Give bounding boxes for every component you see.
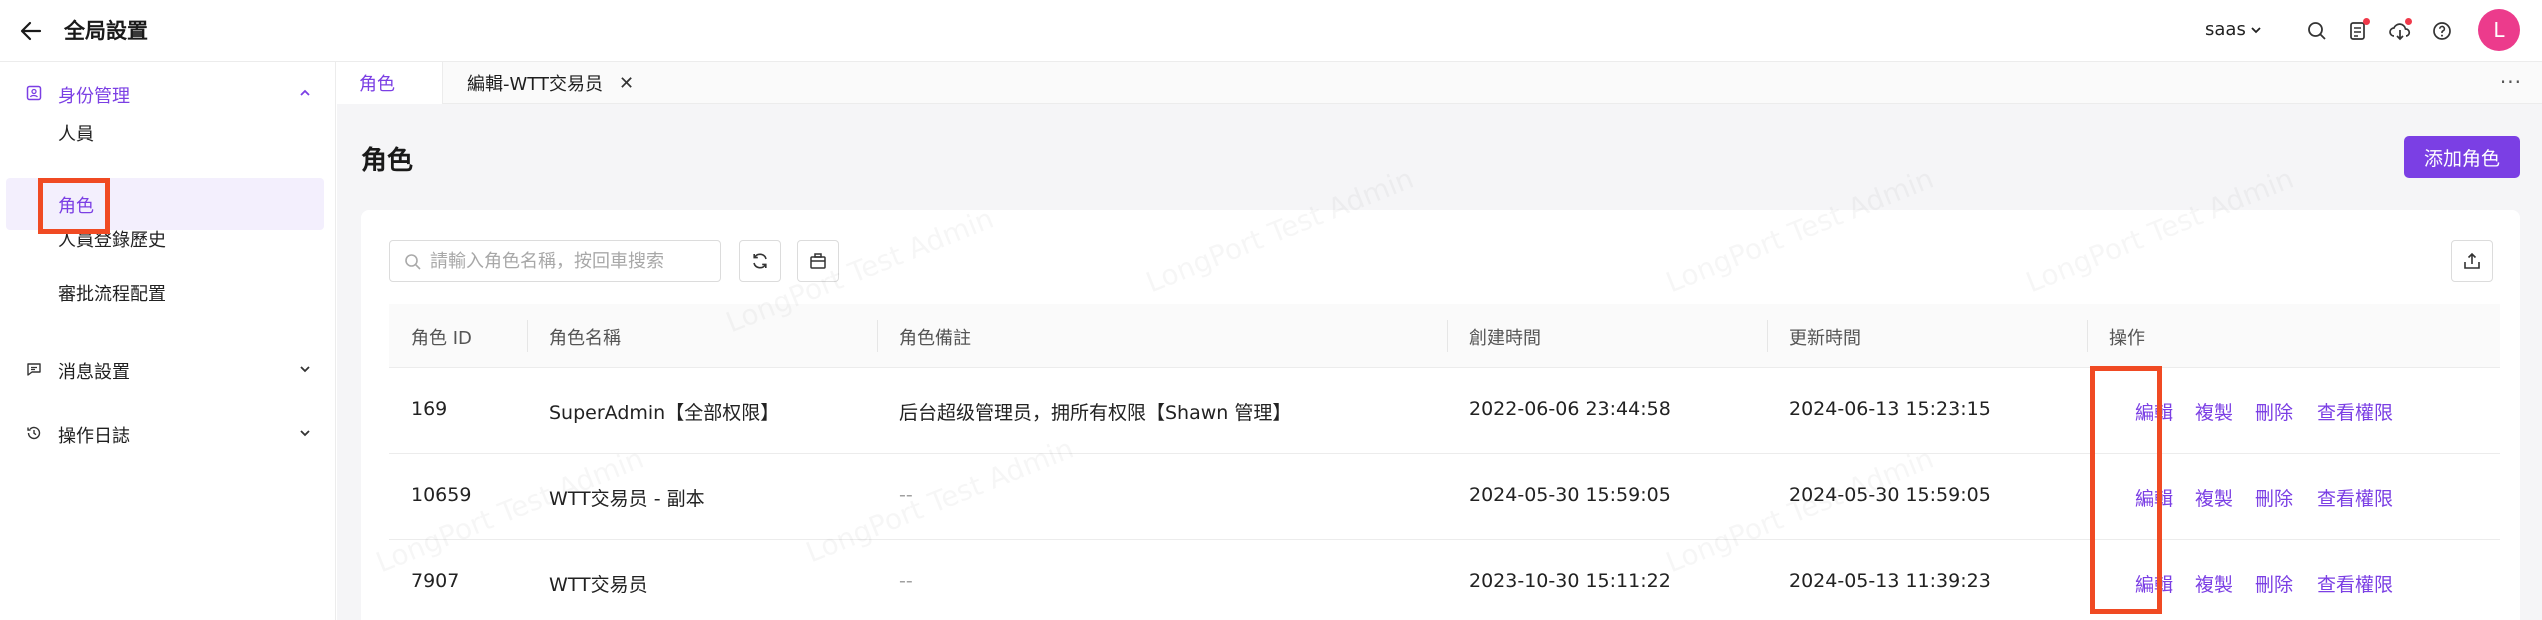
sidebar-item-login-history[interactable]: 人員登錄歷史 bbox=[6, 212, 324, 264]
sidebar-group-label: 身份管理 bbox=[58, 86, 130, 107]
clear-button[interactable] bbox=[797, 240, 839, 282]
column-divider bbox=[877, 320, 878, 352]
column-divider bbox=[1767, 320, 1768, 352]
sidebar-item-approval-flow[interactable]: 審批流程配置 bbox=[6, 266, 324, 318]
edit-link[interactable]: 編輯 bbox=[2135, 484, 2173, 511]
clear-icon bbox=[810, 253, 826, 269]
sidebar-group-label: 操作日誌 bbox=[58, 426, 130, 447]
cell-updated: 2024-05-30 15:59:05 bbox=[1789, 484, 1991, 506]
edit-link[interactable]: 編輯 bbox=[2135, 398, 2173, 425]
refresh-button[interactable] bbox=[739, 240, 781, 282]
cell-created: 2024-05-30 15:59:05 bbox=[1469, 484, 1671, 506]
main-content: 角色 添加角色 角色 ID 角色名稱 角色備註 創建時間 更新時間 bbox=[337, 104, 2542, 620]
back-arrow-icon[interactable] bbox=[18, 18, 44, 44]
download-icon[interactable] bbox=[2388, 18, 2412, 43]
sidebar-item-label: 審批流程配置 bbox=[58, 284, 166, 305]
search-input[interactable] bbox=[430, 241, 710, 281]
search-icon bbox=[404, 253, 422, 275]
column-header-role-name: 角色名稱 bbox=[549, 328, 621, 349]
roles-card: 角色 ID 角色名稱 角色備註 創建時間 更新時間 操作 169 SuperAd… bbox=[361, 210, 2520, 620]
history-icon bbox=[26, 425, 42, 441]
column-header-role-id: 角色 ID bbox=[411, 328, 472, 349]
chevron-down-icon bbox=[300, 430, 310, 437]
notification-dot bbox=[2405, 18, 2412, 25]
avatar[interactable]: L bbox=[2478, 9, 2520, 51]
tab-label: 編輯-WTT交易员 bbox=[467, 74, 603, 95]
add-role-button[interactable]: 添加角色 bbox=[2404, 136, 2520, 178]
tenant-label: saas bbox=[2205, 19, 2246, 40]
copy-link[interactable]: 複製 bbox=[2195, 570, 2233, 597]
cell-role-id: 169 bbox=[411, 398, 448, 420]
column-header-updated: 更新時間 bbox=[1789, 328, 1861, 349]
delete-link[interactable]: 刪除 bbox=[2255, 398, 2293, 425]
column-divider bbox=[527, 320, 528, 352]
notification-dot bbox=[2363, 18, 2370, 25]
more-icon[interactable]: ··· bbox=[2500, 70, 2522, 94]
cell-created: 2023-10-30 15:11:22 bbox=[1469, 570, 1671, 592]
copy-link[interactable]: 複製 bbox=[2195, 484, 2233, 511]
export-icon bbox=[2464, 252, 2480, 269]
sidebar: 身份管理 人員 角色 人員登錄歷史 審批流程配置 消息設置 操作日誌 bbox=[0, 62, 336, 620]
delete-link[interactable]: 刪除 bbox=[2255, 570, 2293, 597]
app-title: 全局設置 bbox=[64, 19, 148, 43]
message-icon bbox=[26, 361, 42, 377]
search-icon[interactable] bbox=[2305, 19, 2329, 43]
search-box bbox=[389, 240, 721, 282]
table-row: 7907 WTT交易员 -- 2023-10-30 15:11:22 2024-… bbox=[389, 540, 2500, 620]
delete-link[interactable]: 刪除 bbox=[2255, 484, 2293, 511]
sidebar-group-label: 消息設置 bbox=[58, 362, 130, 383]
cell-role-name: WTT交易员 - 副本 bbox=[549, 488, 705, 510]
cell-created: 2022-06-06 23:44:58 bbox=[1469, 398, 1671, 420]
column-divider bbox=[1447, 320, 1448, 352]
cell-role-name: WTT交易员 bbox=[549, 574, 648, 596]
close-icon[interactable]: ✕ bbox=[619, 73, 634, 94]
cell-updated: 2024-05-13 11:39:23 bbox=[1789, 570, 1991, 592]
column-header-remark: 角色備註 bbox=[899, 328, 971, 349]
cell-remark: -- bbox=[899, 484, 913, 506]
id-card-icon bbox=[26, 85, 42, 101]
tabs-bar: 角色 編輯-WTT交易员 ✕ ··· bbox=[337, 62, 2542, 104]
sidebar-group-messages[interactable]: 消息設置 bbox=[0, 348, 336, 390]
tab-roles[interactable]: 角色 bbox=[337, 62, 443, 104]
view-permissions-link[interactable]: 查看權限 bbox=[2317, 484, 2393, 511]
tab-label: 角色 bbox=[359, 74, 395, 95]
sidebar-item-label: 人員 bbox=[58, 124, 94, 145]
help-icon[interactable] bbox=[2430, 19, 2454, 43]
table-header: 角色 ID 角色名稱 角色備註 創建時間 更新時間 操作 bbox=[389, 304, 2500, 368]
edit-link[interactable]: 編輯 bbox=[2135, 570, 2173, 597]
page-title: 角色 bbox=[361, 146, 414, 176]
cell-role-id: 10659 bbox=[411, 484, 472, 506]
export-button[interactable] bbox=[2451, 240, 2493, 282]
view-permissions-link[interactable]: 查看權限 bbox=[2317, 398, 2393, 425]
chevron-down-icon bbox=[300, 366, 310, 373]
view-permissions-link[interactable]: 查看權限 bbox=[2317, 570, 2393, 597]
top-bar: 全局設置 saas L bbox=[0, 0, 2542, 62]
tab-edit-wtt-trader[interactable]: 編輯-WTT交易员 ✕ bbox=[467, 62, 634, 104]
sidebar-item-label: 人員登錄歷史 bbox=[58, 230, 166, 251]
sidebar-group-operation-logs[interactable]: 操作日誌 bbox=[0, 412, 336, 454]
tenant-selector[interactable]: saas bbox=[2205, 19, 2262, 40]
table-row: 10659 WTT交易员 - 副本 -- 2024-05-30 15:59:05… bbox=[389, 454, 2500, 540]
cell-role-id: 7907 bbox=[411, 570, 460, 592]
cell-remark: 后台超级管理员，拥所有权限【Shawn 管理】 bbox=[899, 402, 1292, 424]
table-row: 169 SuperAdmin【全部权限】 后台超级管理员，拥所有权限【Shawn… bbox=[389, 368, 2500, 454]
refresh-icon bbox=[753, 253, 767, 269]
cell-remark: -- bbox=[899, 570, 913, 592]
column-divider bbox=[2087, 320, 2088, 352]
chevron-up-icon bbox=[300, 89, 310, 96]
chevron-down-icon bbox=[2251, 26, 2261, 33]
column-header-created: 創建時間 bbox=[1469, 328, 1541, 349]
column-header-actions: 操作 bbox=[2109, 328, 2145, 349]
task-icon[interactable] bbox=[2346, 18, 2370, 43]
copy-link[interactable]: 複製 bbox=[2195, 398, 2233, 425]
sidebar-item-users[interactable]: 人員 bbox=[6, 106, 324, 158]
cell-updated: 2024-06-13 15:23:15 bbox=[1789, 398, 1991, 420]
cell-role-name: SuperAdmin【全部权限】 bbox=[549, 402, 780, 424]
